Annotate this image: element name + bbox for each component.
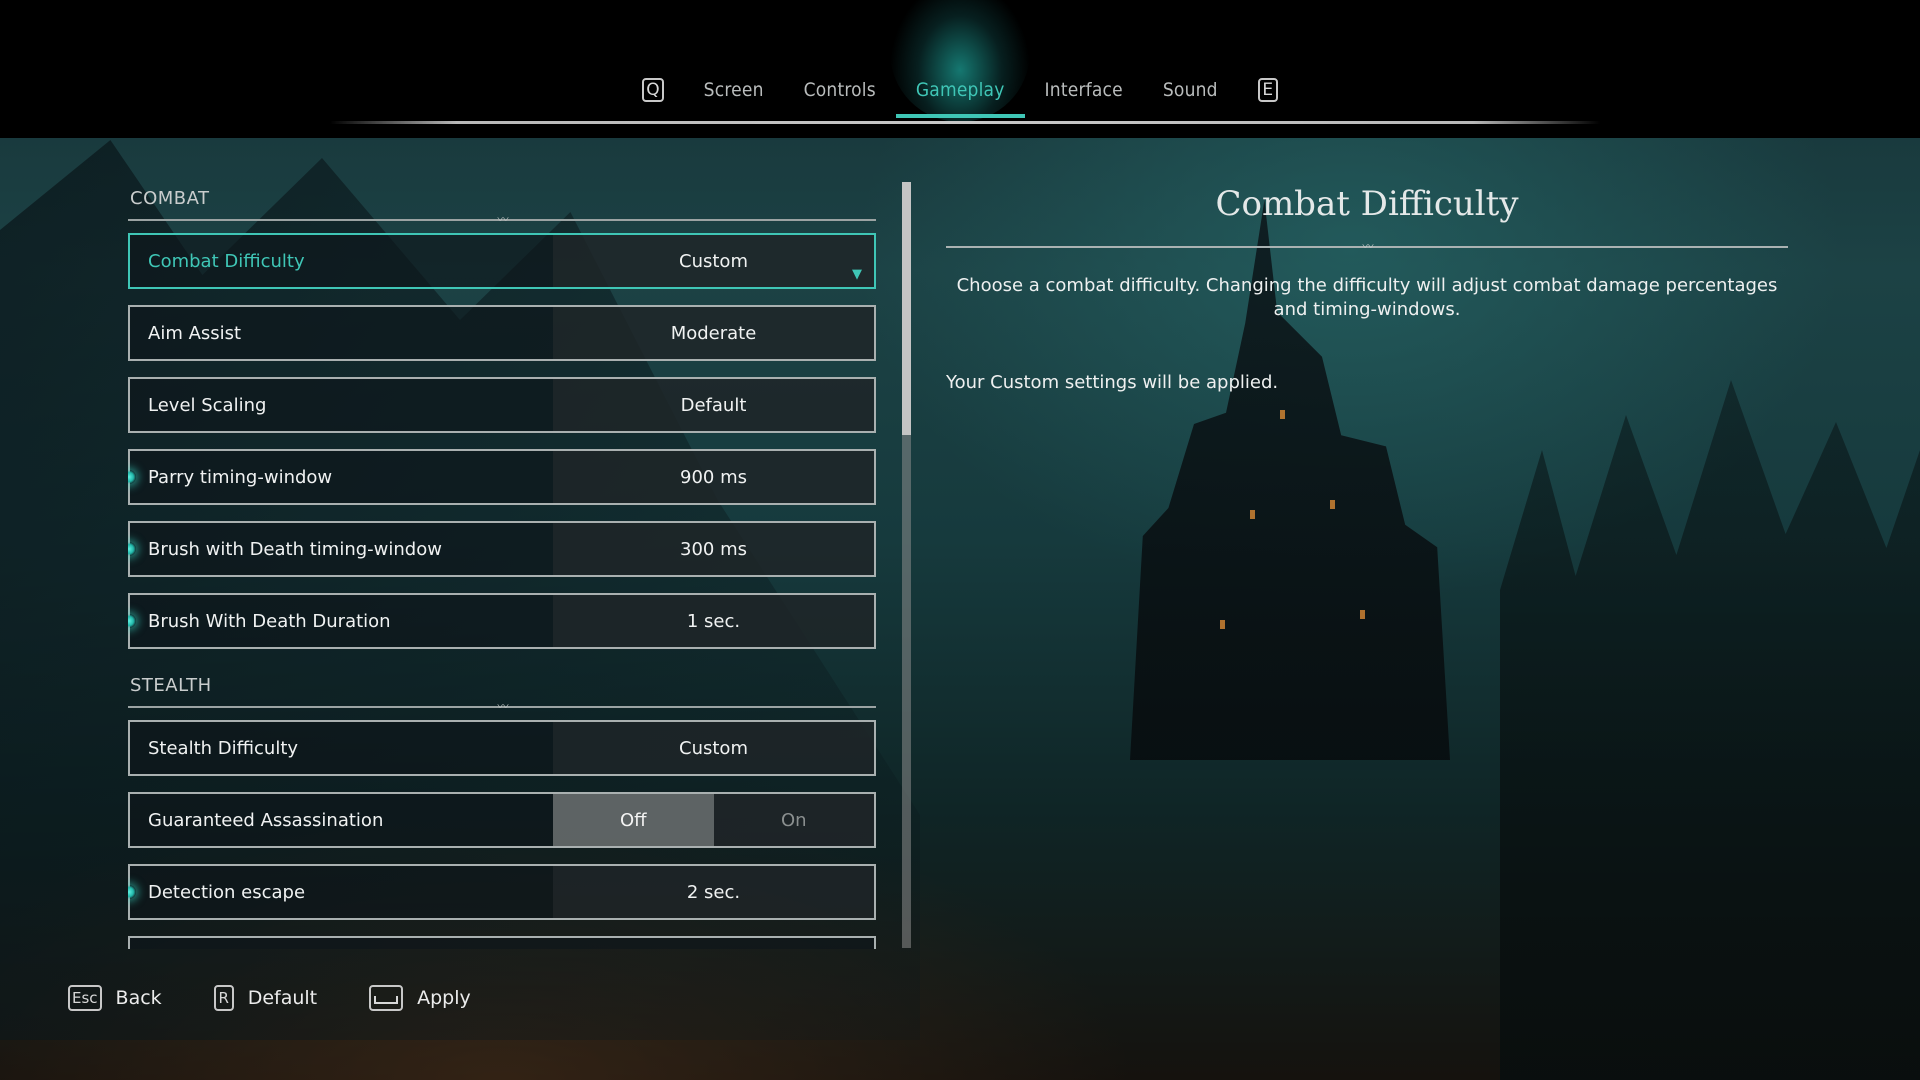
default-label: Default (247, 987, 318, 1009)
setting-value[interactable]: Custom (553, 722, 874, 774)
spacebar-icon (374, 996, 399, 1004)
setting-value[interactable]: 1 sec. (553, 595, 874, 647)
setting-aim-assist[interactable]: Aim Assist Moderate (128, 305, 876, 361)
apply-button[interactable]: Apply (369, 985, 471, 1011)
section-title-stealth: STEALTH (130, 675, 212, 696)
scrollbar-thumb[interactable] (902, 182, 911, 435)
settings-list: COMBAT 〰 Combat Difficulty Custom ▼ Aim … (128, 184, 876, 949)
setting-label: Brush With Death Duration (148, 610, 391, 632)
settings-tabs: Q Screen Controls Gameplay Interface Sou… (0, 78, 1920, 118)
setting-label: Guaranteed Assassination (148, 809, 384, 831)
castle-window (1250, 510, 1255, 519)
tab-controls[interactable]: Controls (784, 79, 896, 101)
setting-label: Parry timing-window (148, 466, 333, 488)
section-divider: 〰 (128, 700, 876, 713)
next-tab-key[interactable]: E (1257, 78, 1278, 102)
castle-window (1280, 410, 1285, 419)
detail-note: Your Custom settings will be applied. (946, 372, 1279, 393)
setting-label: Detection escape (148, 881, 306, 903)
off-on-toggle[interactable]: Off On (553, 794, 874, 846)
divider-ornament-icon: 〰 (497, 700, 509, 713)
castle-window (1360, 610, 1365, 619)
setting-stealth-difficulty[interactable]: Stealth Difficulty Custom (128, 720, 876, 776)
detail-divider: 〰 (946, 240, 1788, 253)
toggle-option-on[interactable]: On (713, 794, 874, 846)
setting-label: Level Scaling (148, 394, 267, 416)
setting-brush-with-death-timing-window[interactable]: Brush with Death timing-window 300 ms (128, 521, 876, 577)
tab-sound[interactable]: Sound (1143, 79, 1238, 101)
footer-actions: Esc Back R Default Apply (68, 985, 471, 1011)
divider-ornament-icon: 〰 (1362, 240, 1374, 253)
setting-guaranteed-assassination[interactable]: Guaranteed Assassination Off On (128, 792, 876, 848)
detail-panel: Combat Difficulty 〰 Choose a combat diff… (946, 180, 1788, 393)
setting-label: Brush with Death timing-window (148, 538, 442, 560)
setting-parry-timing-window[interactable]: Parry timing-window 900 ms (128, 449, 876, 505)
setting-detection-escape[interactable]: Detection escape 2 sec. (128, 864, 876, 920)
setting-label: Aim Assist (148, 322, 242, 344)
chevron-down-icon: ▼ (852, 267, 862, 282)
setting-brush-with-death-duration[interactable]: Brush With Death Duration 1 sec. (128, 593, 876, 649)
r-key-icon: R (213, 985, 234, 1011)
setting-value[interactable]: Moderate (553, 307, 874, 359)
back-button[interactable]: Esc Back (68, 985, 162, 1011)
setting-value[interactable]: 900 ms (553, 451, 874, 503)
settings-scrollbar[interactable] (902, 182, 911, 948)
castle-window (1330, 500, 1335, 509)
setting-row-partial[interactable] (128, 936, 876, 949)
setting-label: Combat Difficulty (148, 250, 305, 272)
toggle-option-off[interactable]: Off (553, 794, 714, 846)
spacebar-key-icon (369, 985, 404, 1011)
detail-description: Choose a combat difficulty. Changing the… (956, 275, 1778, 320)
section-title-combat: COMBAT (130, 188, 210, 209)
setting-label: Stealth Difficulty (148, 737, 299, 759)
setting-value[interactable]: Custom (553, 235, 874, 287)
setting-level-scaling[interactable]: Level Scaling Default (128, 377, 876, 433)
divider-ornament-icon: 〰 (497, 213, 509, 226)
setting-value[interactable]: 2 sec. (553, 866, 874, 918)
esc-key-icon: Esc (68, 985, 102, 1011)
tab-screen[interactable]: Screen (684, 79, 784, 101)
tab-gameplay[interactable]: Gameplay (895, 79, 1025, 118)
back-label: Back (115, 987, 162, 1009)
detail-title: Combat Difficulty (1215, 184, 1519, 224)
apply-label: Apply (417, 987, 471, 1009)
top-bar-divider (330, 121, 1600, 124)
setting-value[interactable]: 300 ms (553, 523, 874, 575)
setting-value[interactable]: Default (553, 379, 874, 431)
default-button[interactable]: R Default (213, 985, 318, 1011)
setting-combat-difficulty[interactable]: Combat Difficulty Custom ▼ (128, 233, 876, 289)
section-divider: 〰 (128, 213, 876, 226)
castle-window (1220, 620, 1225, 629)
prev-tab-key[interactable]: Q (642, 78, 664, 102)
tab-interface[interactable]: Interface (1025, 79, 1143, 101)
